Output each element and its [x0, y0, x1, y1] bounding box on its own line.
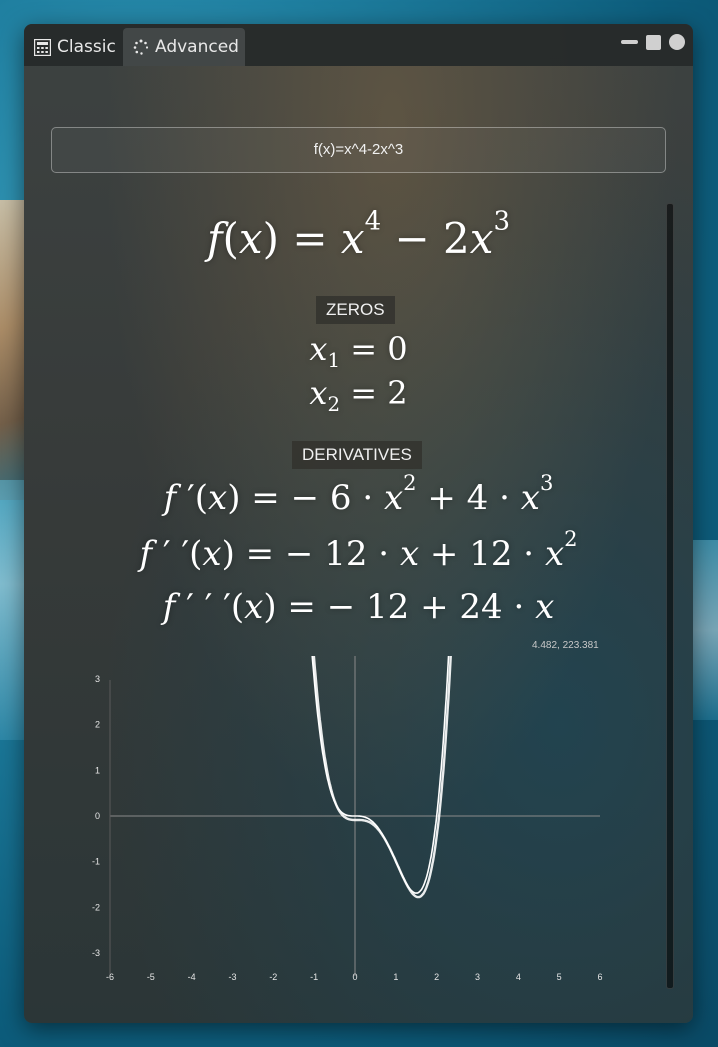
x-tick-label: -5 [147, 972, 155, 982]
expression-input[interactable]: f(x)=x^4-2x^3 [51, 127, 666, 173]
x-tick-label: 6 [597, 972, 602, 982]
minimize-icon[interactable] [621, 40, 638, 44]
function-curve [311, 656, 450, 894]
calculator-window: Classic Advanced f(x)=x^4-2x^3 f(x) = x4… [24, 24, 693, 1023]
x-tick-label: -4 [188, 972, 196, 982]
tab-classic-label: Classic [57, 37, 116, 57]
title-bar: Classic Advanced [24, 24, 693, 66]
third-derivative: f ′ ′ ′(x) = − 12 + 24 · x [162, 587, 555, 627]
tab-advanced-label: Advanced [155, 37, 239, 57]
maximize-icon[interactable] [646, 34, 661, 50]
tab-classic[interactable]: Classic [24, 28, 126, 66]
x-tick-label: -3 [228, 972, 236, 982]
function-display: f(x) = x4 − 2x3 [206, 206, 511, 263]
y-tick-label: -1 [92, 857, 100, 867]
derivatives-section-label: DERIVATIVES [292, 441, 422, 469]
x-tick-label: 5 [557, 972, 562, 982]
y-tick-label: -3 [92, 948, 100, 958]
x-tick-label: 1 [393, 972, 398, 982]
function-plot[interactable]: -6 -5 -4 -3 -2 -1 0 1 2 3 4 5 6 -3 -2 -1 0 1 2 3 [24, 656, 693, 986]
x-tick-label: 3 [475, 972, 480, 982]
window-controls [621, 34, 685, 50]
x-tick-label: 0 [352, 972, 357, 982]
tab-advanced[interactable]: Advanced [123, 28, 245, 66]
x-tick-label: -6 [106, 972, 114, 982]
y-tick-label: 1 [95, 765, 100, 775]
calculator-icon [34, 38, 51, 56]
vertical-scrollbar[interactable] [666, 203, 674, 989]
x-tick-label: 2 [434, 972, 439, 982]
x-tick-label: -2 [269, 972, 277, 982]
y-tick-label: 3 [95, 674, 100, 684]
coordinate-readout: 4.482, 223.381 [532, 640, 599, 651]
zero-1: x1 = 0 [309, 330, 408, 372]
y-tick-label: -2 [92, 902, 100, 912]
close-icon[interactable] [669, 34, 685, 50]
first-derivative: f ′(x) = − 6 · x2 + 4 · x3 [163, 470, 554, 518]
second-derivative: f ′ ′(x) = − 12 · x + 12 · x2 [139, 526, 578, 574]
spinner-dots-icon [133, 39, 149, 55]
zeros-section-label: ZEROS [316, 296, 395, 324]
x-tick-label: 4 [516, 972, 521, 982]
y-tick-label: 2 [95, 720, 100, 730]
x-tick-label: -1 [310, 972, 318, 982]
zero-2: x2 = 2 [309, 374, 408, 416]
y-tick-label: 0 [95, 811, 100, 821]
